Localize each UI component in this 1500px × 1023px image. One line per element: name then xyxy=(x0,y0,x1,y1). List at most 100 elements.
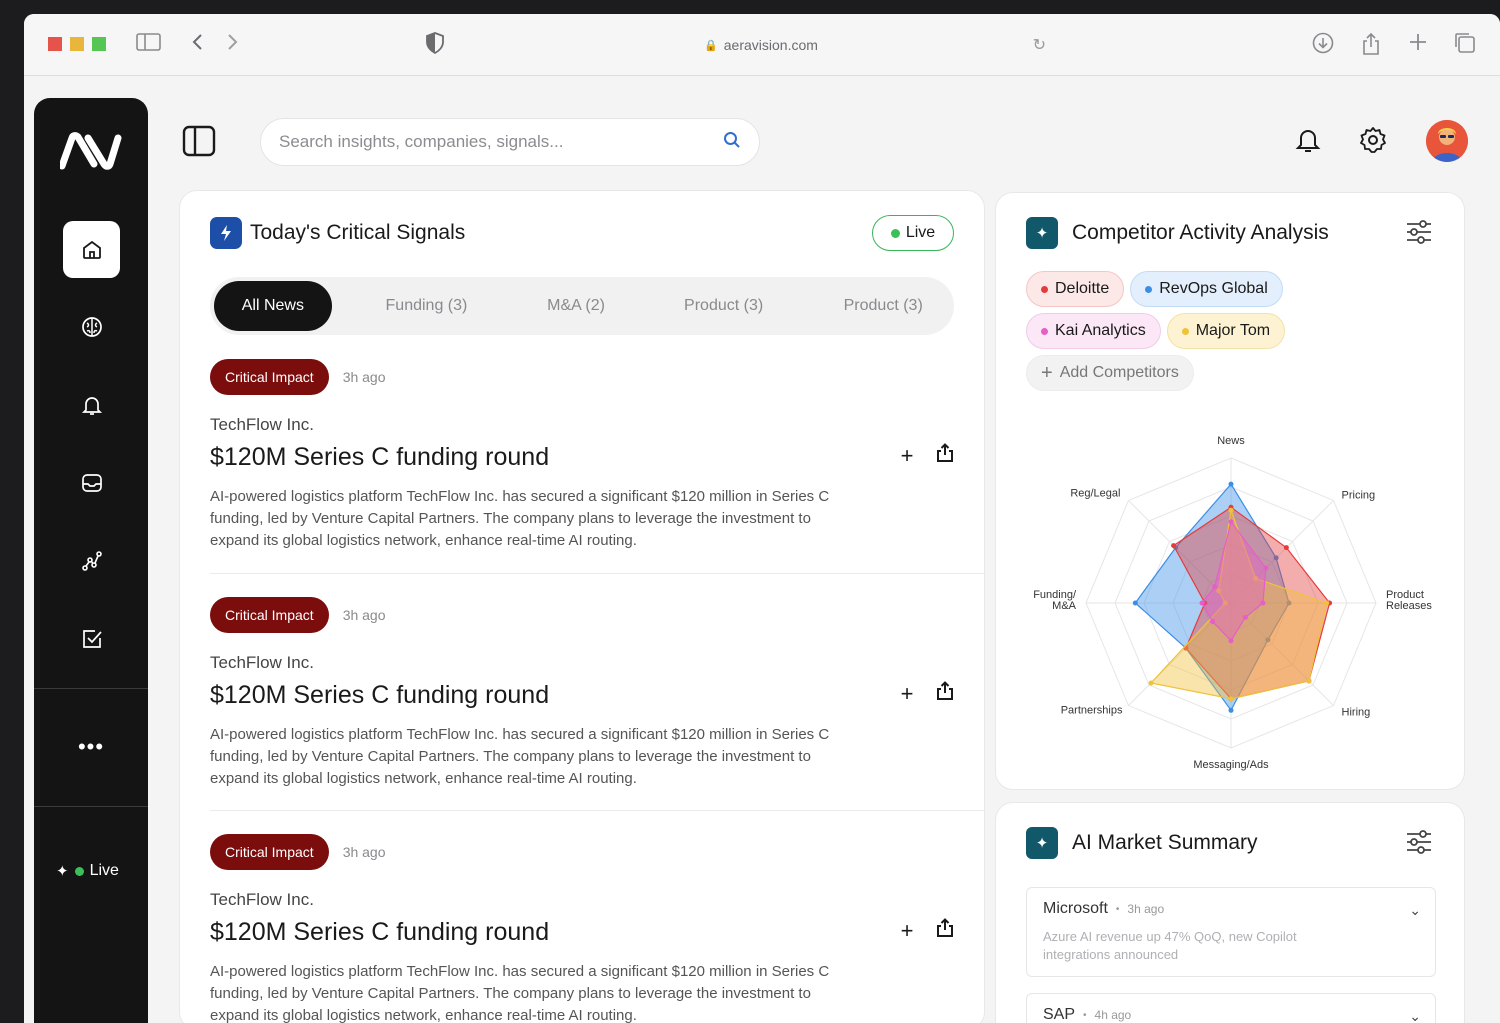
competitor-header: ✦ Competitor Activity Analysis xyxy=(1026,217,1329,249)
sidebar-item-home[interactable] xyxy=(63,221,120,278)
radar-data-point xyxy=(1132,600,1138,606)
search-icon[interactable] xyxy=(723,131,741,154)
checkbox-icon xyxy=(82,629,102,648)
radar-axis-label: Product Releases xyxy=(1386,589,1432,612)
graph-icon xyxy=(81,550,102,571)
summary-card[interactable]: SAP • 4h ago ⌄ xyxy=(1026,993,1436,1023)
live-dot-icon xyxy=(890,228,900,238)
home-icon xyxy=(82,240,101,259)
share-icon[interactable] xyxy=(934,443,956,469)
radar-data-point xyxy=(1228,507,1234,513)
bell-icon xyxy=(81,396,102,415)
tab-m-and-a[interactable]: M&A (2) xyxy=(521,281,631,331)
lock-icon: 🔒 xyxy=(704,39,718,52)
minimize-window-button[interactable] xyxy=(70,37,84,51)
more-icon[interactable]: ••• xyxy=(34,734,148,760)
filter-sliders-icon[interactable] xyxy=(1404,827,1434,857)
filter-sliders-icon[interactable] xyxy=(1404,217,1434,247)
dot-icon xyxy=(1181,327,1189,335)
radar-data-point xyxy=(1212,584,1218,590)
signals-header: Today's Critical Signals xyxy=(210,217,465,249)
sidebar-toggle-icon[interactable] xyxy=(136,32,162,58)
back-arrow-icon[interactable] xyxy=(190,32,204,58)
summary-card[interactable]: Microsoft • 3h ago ⌄ Azure AI revenue up… xyxy=(1026,887,1436,977)
radar-axis-label: Hiring xyxy=(1342,707,1371,719)
address-bar[interactable]: 🔒 aeravision.com ↻ xyxy=(464,31,1058,59)
radar-data-point xyxy=(1171,543,1177,549)
notifications-bell-icon[interactable] xyxy=(1292,124,1324,156)
competitor-chip-deloitte[interactable]: Deloitte xyxy=(1026,271,1125,307)
sidebar-item-inbox[interactable] xyxy=(63,454,120,511)
add-icon[interactable]: + xyxy=(896,918,918,944)
search-input[interactable] xyxy=(279,132,723,152)
news-item[interactable]: Critical Impact 3h ago TechFlow Inc. $12… xyxy=(210,597,984,790)
panel-toggle-icon[interactable] xyxy=(182,124,216,158)
impact-badge: Critical Impact xyxy=(210,834,329,870)
shield-icon[interactable] xyxy=(426,32,444,60)
radar-data-point xyxy=(1260,600,1266,606)
competitor-chip-major-tom[interactable]: Major Tom xyxy=(1166,313,1286,349)
tab-product[interactable]: Product (3) xyxy=(631,281,817,331)
separator-dot: • xyxy=(1115,903,1120,915)
competitor-chip-revops-global[interactable]: RevOps Global xyxy=(1130,271,1283,307)
radar-data-point xyxy=(1228,638,1234,644)
share-icon[interactable] xyxy=(934,918,956,944)
news-headline: $120M Series C funding round xyxy=(210,918,550,946)
radar-axis-label: News xyxy=(1217,435,1245,447)
news-item[interactable]: Critical Impact 3h ago TechFlow Inc. $12… xyxy=(210,834,984,1023)
news-body: AI-powered logistics platform TechFlow I… xyxy=(210,488,830,549)
chip-label: Kai Analytics xyxy=(1055,322,1146,339)
new-tab-icon[interactable] xyxy=(1408,32,1428,58)
browser-toolbar: 🔒 aeravision.com ↻ xyxy=(24,14,1500,76)
lightning-icon xyxy=(210,217,242,249)
news-filter-tabs: All News Funding (3) M&A (2) Product (3)… xyxy=(210,277,954,335)
sidebar-item-insights[interactable] xyxy=(63,298,120,355)
tab-product-2[interactable]: Product (3) xyxy=(816,281,950,331)
window-controls xyxy=(48,37,106,51)
share-icon[interactable] xyxy=(934,681,956,707)
user-avatar[interactable] xyxy=(1426,120,1468,162)
sidebar-item-alerts[interactable] xyxy=(63,376,120,433)
close-window-button[interactable] xyxy=(48,37,62,51)
radar-data-point xyxy=(1228,696,1234,702)
search-bar[interactable] xyxy=(260,118,760,166)
add-competitors-button[interactable]: + Add Competitors xyxy=(1026,355,1194,391)
separator-dot: • xyxy=(1083,1009,1087,1021)
competitor-title: Competitor Activity Analysis xyxy=(1072,221,1329,244)
radar-data-point xyxy=(1324,600,1330,606)
maximize-window-button[interactable] xyxy=(92,37,106,51)
news-body: AI-powered logistics platform TechFlow I… xyxy=(210,963,830,1023)
settings-gear-icon[interactable] xyxy=(1357,124,1389,156)
add-icon[interactable]: + xyxy=(896,443,918,469)
competitor-chips: Deloitte RevOps Global Kai Analytics Maj… xyxy=(1026,271,1426,397)
tabs-overview-icon[interactable] xyxy=(1454,32,1476,60)
forward-arrow-icon[interactable] xyxy=(226,32,240,58)
live-badge-label: Live xyxy=(905,224,936,241)
sidebar-item-analytics[interactable] xyxy=(63,532,120,589)
dot-icon xyxy=(1041,327,1048,335)
live-badge[interactable]: Live xyxy=(872,215,954,251)
plus-icon: + xyxy=(1041,361,1053,384)
tab-all-news[interactable]: All News xyxy=(214,281,332,331)
competitor-chip-kai-analytics[interactable]: Kai Analytics xyxy=(1026,313,1161,349)
sidebar-item-tasks[interactable] xyxy=(63,610,120,667)
add-icon[interactable]: + xyxy=(896,681,918,707)
news-headline: $120M Series C funding round xyxy=(210,443,550,471)
chevron-down-icon[interactable]: ⌄ xyxy=(1409,1008,1421,1023)
tab-funding[interactable]: Funding (3) xyxy=(332,281,521,331)
radar-data-point xyxy=(1210,618,1216,624)
download-icon[interactable] xyxy=(1312,32,1334,60)
app-logo xyxy=(58,132,122,170)
share-icon[interactable] xyxy=(1361,32,1381,62)
reload-icon[interactable]: ↻ xyxy=(1033,35,1046,55)
live-dot-icon xyxy=(74,866,84,876)
chevron-down-icon[interactable]: ⌄ xyxy=(1409,902,1421,919)
radar-axis-label: Partnerships xyxy=(1061,705,1123,717)
item-actions: + xyxy=(896,918,956,944)
company-name: TechFlow Inc. xyxy=(210,653,314,672)
sidebar-divider xyxy=(34,806,148,807)
news-item[interactable]: Critical Impact 3h ago TechFlow Inc. $12… xyxy=(210,359,984,552)
radar-data-point xyxy=(1199,600,1205,606)
sparkle-icon: ✦ xyxy=(1026,827,1058,859)
radar-data-point xyxy=(1242,614,1248,620)
